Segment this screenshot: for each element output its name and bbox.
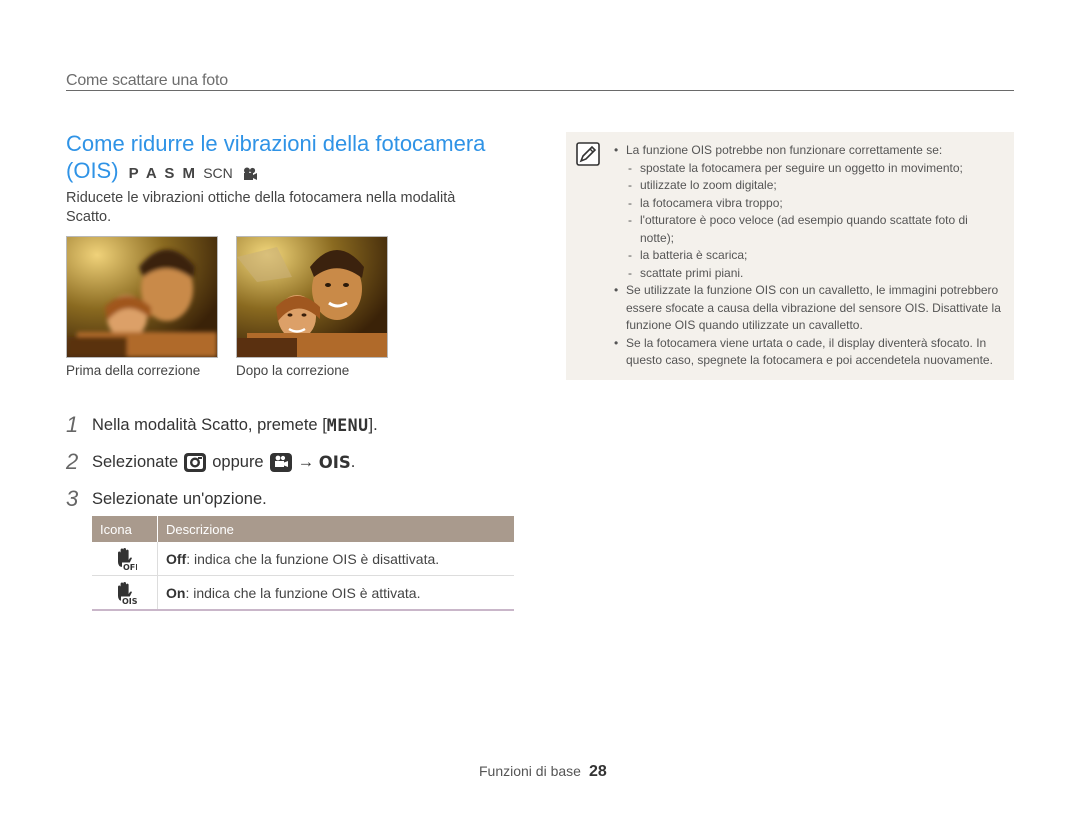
header-description: Descrizione [166,521,234,537]
header-icon: Icona [92,516,158,542]
scn-mode: SCN [203,165,233,181]
step-number: 3 [66,486,79,511]
step-text: Selezionate [92,452,179,471]
step-suffix: ]. [368,415,378,434]
step-2: 2 Selezionate oppure → OIS. [66,449,355,475]
movie-icon [269,453,292,472]
ois-on-icon: OIS [117,581,137,605]
photo-before [66,236,218,358]
options-table: Icona Descrizione OFF Off: indica che la… [92,516,514,611]
section-divider [66,90,1014,91]
note-list: La funzione OIS potrebbe non funzionare … [614,142,1002,370]
step-text: Selezionate un'opzione. [92,489,267,508]
section-title: Come scattare una foto [66,72,228,89]
heading-line1: Come ridurre le vibrazioni della fotocam… [66,131,486,156]
table-header: Icona Descrizione [92,516,514,542]
footer-label: Funzioni di base [479,763,581,779]
camera-icon [184,453,207,472]
step-number: 2 [66,449,79,474]
arrow: → [297,452,315,471]
note-subitem: la batteria è scarica; [614,247,1002,265]
step-number: 1 [66,412,79,437]
option-description: : indica che la funzione OIS è attivata. [185,584,421,601]
note-item: La funzione OIS potrebbe non funzionare … [614,142,1002,160]
note-subitem: l'otturatore è poco veloce (ad esempio q… [614,212,1002,247]
svg-text:OIS: OIS [122,597,137,605]
photo-before-image [67,237,217,357]
menu-key: MENU [326,415,369,435]
note-box: La funzione OIS potrebbe non funzionare … [566,132,1014,380]
step-1: 1 Nella modalità Scatto, premete [MENU]. [66,412,378,438]
note-item: Se la fotocamera viene urtata o cade, il… [614,335,1002,370]
caption-after: Dopo la correzione [236,363,350,378]
step-3: 3 Selezionate un'opzione. [66,486,267,512]
ois-off-icon: OFF [117,547,137,571]
table-row: OFF Off: indica che la funzione OIS è di… [92,542,514,576]
note-subitem: scattate primi piani. [614,265,1002,283]
step-or: oppure [212,452,264,471]
page-number: 28 [588,763,607,780]
note-item: Se utilizzate la funzione OIS con un cav… [614,282,1002,335]
svg-text:OFF: OFF [123,563,137,571]
photo-after-image [237,237,387,357]
note-subitem: utilizzate lo zoom digitale; [614,177,1002,195]
photo-after [236,236,388,358]
note-pencil-icon [576,142,600,166]
table-row: OIS On: indica che la funzione OIS è att… [92,576,514,611]
page-footer: Funzioni di base 28 [479,763,607,781]
mode-list: P A S M SCN [129,165,258,182]
step-suffix: . [350,452,356,471]
ois-key: OIS [318,452,351,472]
step-text: Nella modalità Scatto, premete [ [92,415,327,434]
intro-text: Riducete le vibrazioni ottiche della fot… [66,190,456,225]
mode-letters: P A S M [128,165,198,182]
option-description: : indica che la funzione OIS è disattiva… [186,550,440,567]
note-subitem: la fotocamera vibra troppo; [614,195,1002,213]
option-label: Off [166,550,187,567]
caption-before: Prima della correzione [66,363,201,378]
heading-line2: (OIS) [66,158,119,183]
movie-mode-icon [243,167,257,181]
page-heading: Come ridurre le vibrazioni della fotocam… [66,130,506,187]
option-label: On [166,584,186,601]
note-subitem: spostate la fotocamera per seguire un og… [614,160,1002,178]
